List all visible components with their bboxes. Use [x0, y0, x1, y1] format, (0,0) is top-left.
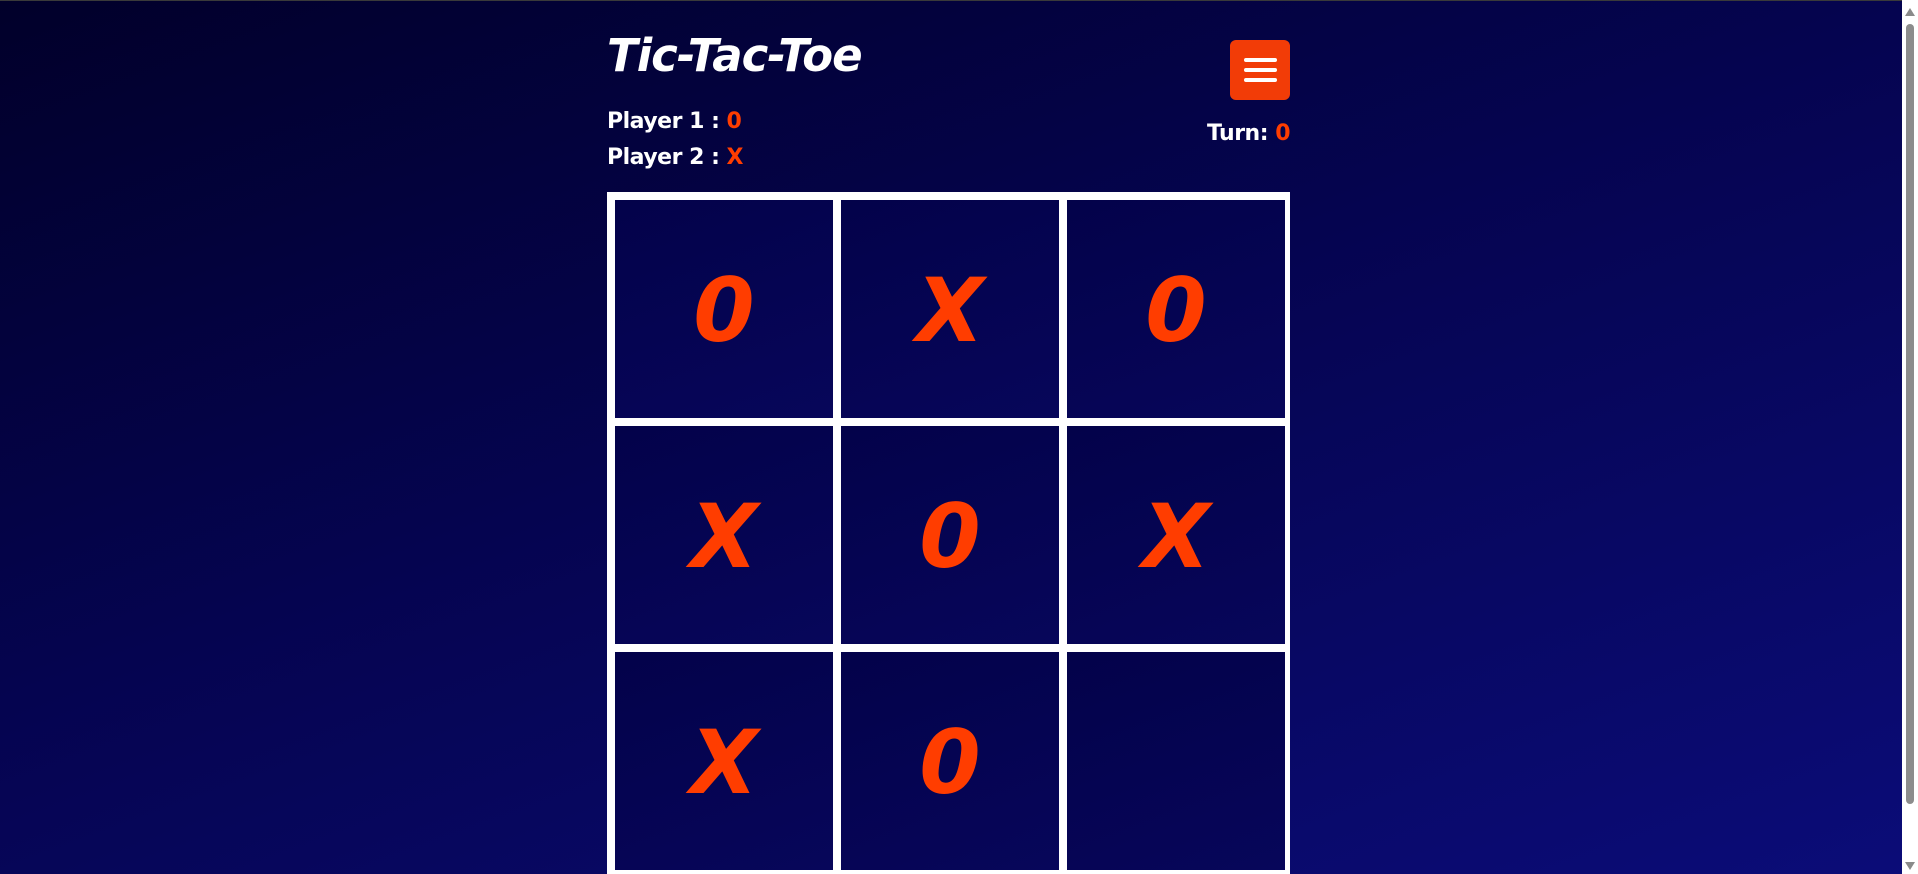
turn-indicator: Turn: 0 — [1206, 118, 1291, 150]
cell-mark: X — [690, 711, 758, 814]
board-cell-5[interactable]: 0 — [841, 426, 1059, 644]
board-cell-8[interactable]: 0 — [841, 652, 1059, 870]
board-cell-6[interactable]: X — [1067, 426, 1285, 644]
players-info: Player 1 : 0 Player 2 : X — [607, 104, 744, 176]
scroll-down-arrow-icon[interactable] — [1905, 862, 1915, 870]
scroll-thumb[interactable] — [1906, 24, 1914, 804]
cell-mark: X — [916, 259, 984, 362]
player2-row: Player 2 : X — [607, 140, 744, 176]
player2-label: Player 2 : — [607, 145, 727, 170]
board-cell-7[interactable]: X — [615, 652, 833, 870]
cell-mark: 0 — [919, 711, 981, 814]
cell-mark: 0 — [693, 259, 755, 362]
board-cell-3[interactable]: 0 — [1067, 200, 1285, 418]
player1-label: Player 1 : — [607, 109, 727, 134]
scroll-up-arrow-icon[interactable] — [1905, 8, 1915, 16]
cell-mark: 0 — [1145, 259, 1207, 362]
turn-symbol: 0 — [1275, 121, 1290, 146]
hamburger-menu-icon — [1243, 58, 1277, 62]
player2-symbol: X — [726, 145, 744, 170]
hamburger-menu-icon-bar — [1243, 78, 1277, 82]
board-cell-9[interactable] — [1067, 652, 1285, 870]
cell-mark: X — [690, 485, 758, 588]
vertical-scrollbar[interactable] — [1902, 0, 1918, 874]
game-board: 0 X 0 X 0 X X 0 — [607, 192, 1290, 874]
page-title: Tic-Tac-Toe — [607, 29, 863, 82]
hamburger-menu-icon-bar — [1243, 68, 1277, 72]
board-cell-1[interactable]: 0 — [615, 200, 833, 418]
board-cell-4[interactable]: X — [615, 426, 833, 644]
board-cell-2[interactable]: X — [841, 200, 1059, 418]
menu-button[interactable] — [1230, 40, 1290, 100]
game-container: Tic-Tac-Toe Player 1 : 0 Player 2 : X Tu… — [607, 0, 1290, 874]
turn-label: Turn: — [1206, 121, 1276, 146]
player1-row: Player 1 : 0 — [607, 104, 743, 140]
cell-mark: X — [1142, 485, 1210, 588]
player1-symbol: 0 — [726, 109, 742, 134]
cell-mark: 0 — [919, 485, 981, 588]
